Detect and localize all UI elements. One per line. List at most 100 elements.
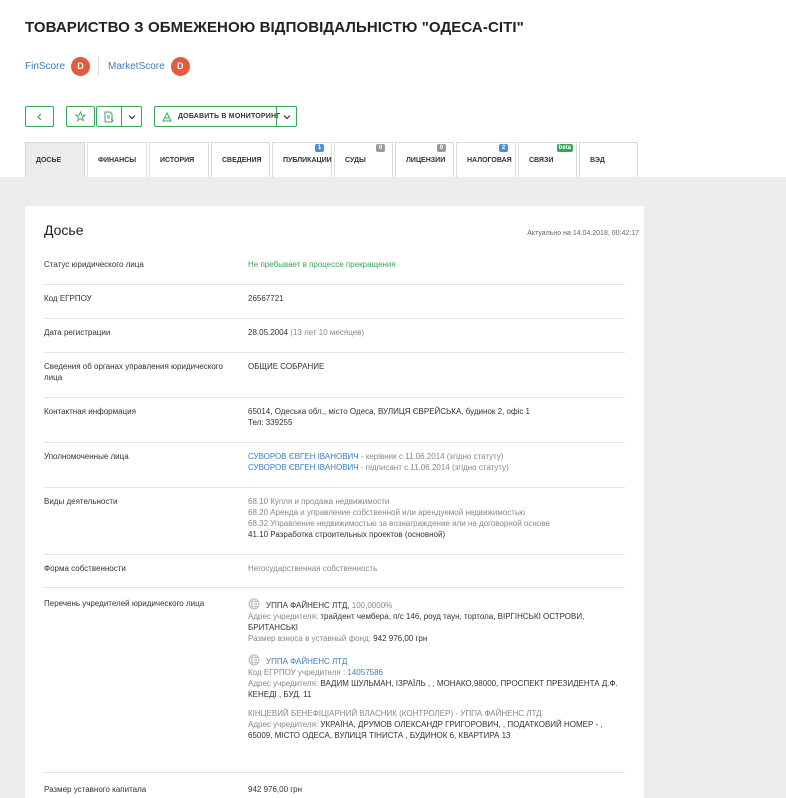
ownership-value: Негосударственная собственность: [248, 564, 378, 573]
tab-details[interactable]: СВЕДЕНИЯ: [211, 142, 270, 177]
activity-item: 68.32 Управление недвижимостью за вознаг…: [248, 519, 550, 528]
code-label: Код ЕГРПОУ учредителя :: [248, 668, 346, 677]
contact-phone: Тел: 339255: [248, 418, 293, 427]
tab-label: СУДЫ: [345, 156, 366, 164]
chevron-left-icon: [36, 113, 41, 120]
tab-publications[interactable]: ПУБЛИКАЦИИ 1: [272, 142, 332, 177]
tab-finance[interactable]: ФИНАНСЫ: [87, 142, 147, 177]
registration-date: 28.05.2004: [248, 328, 289, 337]
company-title: ТОВАРИСТВО З ОБМЕЖЕНОЮ ВІДПОВІДАЛЬНІСТЮ …: [25, 19, 524, 36]
tab-label: ДОСЬЕ: [36, 156, 62, 164]
row-label: Контактная информация: [44, 407, 136, 416]
beneficiary-item: КІНЦЕВИЙ БЕНЕФІЦІАРНИЙ ВЛАСНИК (КОНТРОЛЕ…: [248, 708, 625, 741]
row-label: Виды деятельности: [44, 497, 118, 506]
marketscore-badge: D: [170, 56, 190, 76]
address-label: Адрес учредителя:: [248, 612, 319, 621]
beneficiary-name: КІНЦЕВИЙ БЕНЕФІЦІАРНИЙ ВЛАСНИК (КОНТРОЛЕ…: [248, 709, 542, 718]
contacts-value: 65014, Одеська обл., місто Одеса, ВУЛИЦЯ…: [248, 406, 625, 428]
dossier-card: Досье Актуально на 14.04.2018, 00:42:17 …: [25, 206, 644, 798]
row-label: Сведения об органах управления юридическ…: [44, 362, 223, 382]
tab-label: СВЕДЕНИЯ: [222, 156, 262, 164]
tab-label: ЛИЦЕНЗИИ: [406, 156, 446, 164]
last-updated: Актуально на 14.04.2018, 00:42:17: [527, 230, 639, 237]
row-label: Размер уставного капитала: [44, 785, 147, 794]
tab-label: ФИНАНСЫ: [98, 156, 137, 164]
authorized-person: СУВОРОВ ЄВГЕН ІВАНОВИЧ - керівник с 11.0…: [248, 451, 625, 462]
tab-label: СВЯЗИ: [529, 156, 554, 164]
card-title: Досье: [44, 222, 84, 238]
count-badge: 1: [315, 144, 324, 152]
finscore-link[interactable]: FinScore: [25, 61, 65, 72]
activities-value: 68.10 Купля и продажа недвижимости 68.20…: [248, 496, 625, 540]
row-authorized: Уполномоченные лица СУВОРОВ ЄВГЕН ІВАНОВ…: [44, 451, 625, 488]
fund-label: Размер взноса в уставный фонд:: [248, 634, 371, 643]
founder-item: УППА ФАЙНЕНС ЛТД Код ЕГРПОУ учредителя :…: [248, 654, 625, 700]
tab-label: ПУБЛИКАЦИИ: [283, 156, 332, 164]
add-monitoring-label: ДОБАВИТЬ В МОНИТОРИНГ: [178, 113, 281, 120]
tab-licenses[interactable]: ЛИЦЕНЗИИ 0: [395, 142, 454, 177]
globe-icon: [248, 654, 260, 666]
person-role: - підписант с 11.06.2014 (згідно статуту…: [358, 463, 509, 472]
favorite-button[interactable]: [66, 106, 95, 127]
row-ownership: Форма собственности Негосударственная со…: [44, 563, 625, 588]
founder-item: УППА ФАЙНЕНС ЛТД, 100,0000% Адрес учреди…: [248, 598, 625, 644]
row-founders: Перечень учредителей юридического лица У…: [44, 598, 625, 773]
authorized-value: СУВОРОВ ЄВГЕН ІВАНОВИЧ - керівник с 11.0…: [248, 451, 625, 473]
edrpou-value: 26567721: [248, 294, 284, 303]
tab-label: ИСТОРИЯ: [160, 156, 195, 164]
document-export-icon: [104, 111, 114, 123]
person-link[interactable]: СУВОРОВ ЄВГЕН ІВАНОВИЧ: [248, 452, 359, 461]
tab-dossier[interactable]: ДОСЬЕ: [25, 142, 85, 177]
export-dropdown-button[interactable]: [96, 106, 142, 127]
row-contacts: Контактная информация 65014, Одеська обл…: [44, 406, 625, 443]
count-badge: 0: [437, 144, 446, 152]
button-divider: [121, 107, 122, 126]
tab-courts[interactable]: СУДЫ 0: [334, 142, 393, 177]
row-label: Дата регистрации: [44, 328, 111, 337]
founder-share: 100,0000%: [351, 601, 393, 610]
tab-connections[interactable]: СВЯЗИ beta: [518, 142, 577, 177]
person-link[interactable]: СУВОРОВ ЄВГЕН ІВАНОВИЧ: [248, 463, 359, 472]
count-badge: 2: [499, 144, 508, 152]
row-label: Статус юридического лица: [44, 260, 144, 269]
tab-label: ВЭД: [590, 156, 605, 164]
tab-bar: ДОСЬЕ ФИНАНСЫ ИСТОРИЯ СВЕДЕНИЯ ПУБЛИКАЦИ…: [25, 142, 640, 177]
tab-history[interactable]: ИСТОРИЯ: [149, 142, 209, 177]
row-label: Уполномоченные лица: [44, 452, 129, 461]
row-registration: Дата регистрации 28.05.2004 (13 лет 10 м…: [44, 327, 625, 353]
governance-value: ОБЩИЕ СОБРАНИЕ: [248, 362, 325, 371]
authorized-person: СУВОРОВ ЄВГЕН ІВАНОВИЧ - підписант с 11.…: [248, 462, 625, 473]
founder-fund: 942 976,00 грн: [373, 634, 428, 643]
founder-name: УППА ФАЙНЕНС ЛТД,: [266, 601, 350, 610]
tab-ved[interactable]: ВЭД: [579, 142, 638, 177]
add-monitoring-button[interactable]: ДОБАВИТЬ В МОНИТОРИНГ: [154, 106, 297, 127]
beta-badge: beta: [556, 144, 573, 152]
status-value: Не пребывает в процессе прекращения: [248, 260, 396, 269]
count-badge: 0: [376, 144, 385, 152]
chevron-down-icon: [283, 115, 291, 120]
activity-item-main: 41.10 Разработка строительных проектов (…: [248, 530, 446, 539]
row-edrpou: Код ЕГРПОУ 26567721: [44, 293, 625, 319]
globe-icon: [248, 598, 260, 610]
back-button[interactable]: [25, 106, 54, 127]
row-label: Перечень учредителей юридического лица: [44, 599, 205, 608]
address-label: Адрес учредителя:: [248, 720, 319, 729]
founder-code-link[interactable]: 14057586: [347, 668, 383, 677]
capital-value: 942 976,00 грн: [248, 785, 303, 794]
row-activities: Виды деятельности 68.10 Купля и продажа …: [44, 496, 625, 555]
founders-value: УППА ФАЙНЕНС ЛТД, 100,0000% Адрес учреди…: [248, 598, 625, 741]
row-label: Форма собственности: [44, 564, 126, 573]
activity-item: 68.20 Аренда и управление собственной ил…: [248, 508, 526, 517]
address-label: Адрес учредителя:: [248, 679, 319, 688]
contact-address: 65014, Одеська обл., місто Одеса, ВУЛИЦЯ…: [248, 407, 530, 416]
activity-item: 68.10 Купля и продажа недвижимости: [248, 497, 390, 506]
tab-label: НАЛОГОВАЯ: [467, 156, 512, 164]
scores-bar: FinScore D MarketScore D: [25, 55, 190, 77]
star-icon: [75, 111, 86, 122]
tab-tax[interactable]: НАЛОГОВАЯ 2: [456, 142, 516, 177]
marketscore-link[interactable]: MarketScore: [108, 61, 165, 72]
finscore-badge: D: [71, 56, 91, 76]
row-capital: Размер уставного капитала 942 976,00 грн: [44, 784, 625, 798]
founder-link[interactable]: УППА ФАЙНЕНС ЛТД: [266, 657, 347, 666]
button-divider: [276, 107, 277, 126]
